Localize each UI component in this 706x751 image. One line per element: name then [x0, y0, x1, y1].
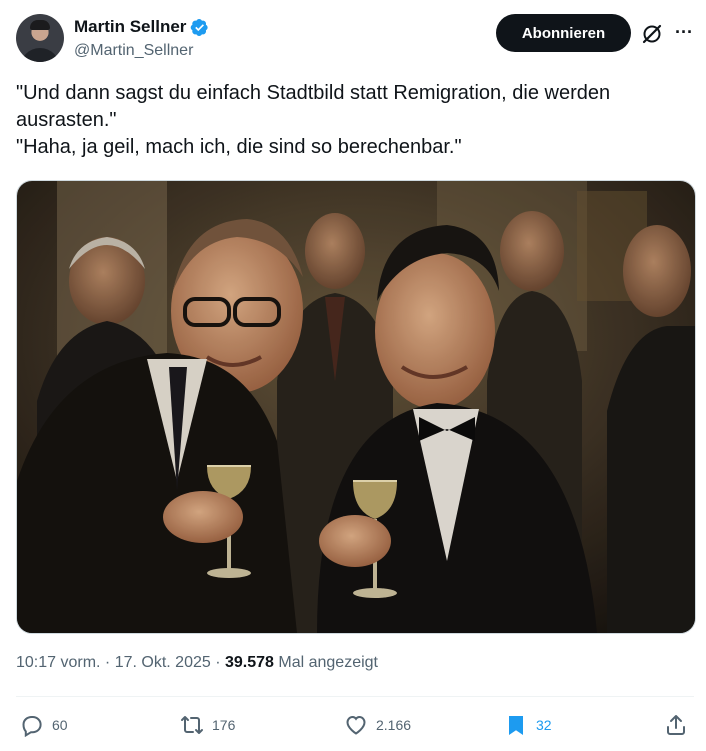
author-name-row[interactable]: Martin Sellner	[74, 17, 209, 37]
avatar-hair	[30, 20, 50, 30]
heart-icon	[346, 715, 366, 735]
verified-badge-icon	[191, 18, 209, 36]
views-label: Mal angezeigt	[273, 654, 378, 671]
author-handle[interactable]: @Martin_Sellner	[74, 42, 193, 60]
tweet-header: Martin Sellner @Martin_Sellner Abonniere…	[16, 12, 696, 62]
meta-separator: ·	[100, 654, 115, 671]
divider	[16, 696, 694, 697]
avatar-shirt	[20, 48, 60, 62]
share-icon	[667, 715, 685, 735]
share-button[interactable]	[664, 711, 688, 739]
more-icon[interactable]: ···	[672, 22, 696, 46]
bookmark-button[interactable]: 32	[504, 711, 552, 739]
tweet-image[interactable]	[16, 180, 696, 634]
repost-count: 176	[212, 717, 236, 733]
author-name[interactable]: Martin Sellner	[74, 17, 186, 37]
tweet-meta: 10:17 vorm. · 17. Okt. 2025 · 39.578 Mal…	[16, 654, 378, 672]
subscribe-button[interactable]: Abonnieren	[496, 14, 631, 52]
bookmark-icon	[509, 716, 523, 735]
repost-button[interactable]: 176	[180, 711, 235, 739]
reply-count: 60	[52, 717, 68, 733]
like-button[interactable]: 2.166	[344, 711, 411, 739]
repost-icon	[181, 716, 203, 734]
tweet-actions: 60 176 2.166 32	[16, 711, 694, 741]
reply-icon	[22, 716, 42, 737]
bookmark-count: 32	[536, 717, 552, 733]
grok-icon[interactable]	[640, 22, 664, 46]
tweet-text: "Und dann sagst du einfach Stadtbild sta…	[16, 82, 611, 158]
tweet-date[interactable]: 17. Okt. 2025	[115, 654, 211, 671]
view-count: 39.578	[224, 654, 274, 671]
like-count: 2.166	[376, 717, 412, 733]
avatar[interactable]	[16, 14, 64, 62]
meta-separator: ·	[210, 654, 225, 671]
tweet-time[interactable]: 10:17 vorm.	[16, 654, 100, 671]
reply-button[interactable]: 60	[20, 711, 68, 739]
photo-illustration	[17, 181, 695, 633]
